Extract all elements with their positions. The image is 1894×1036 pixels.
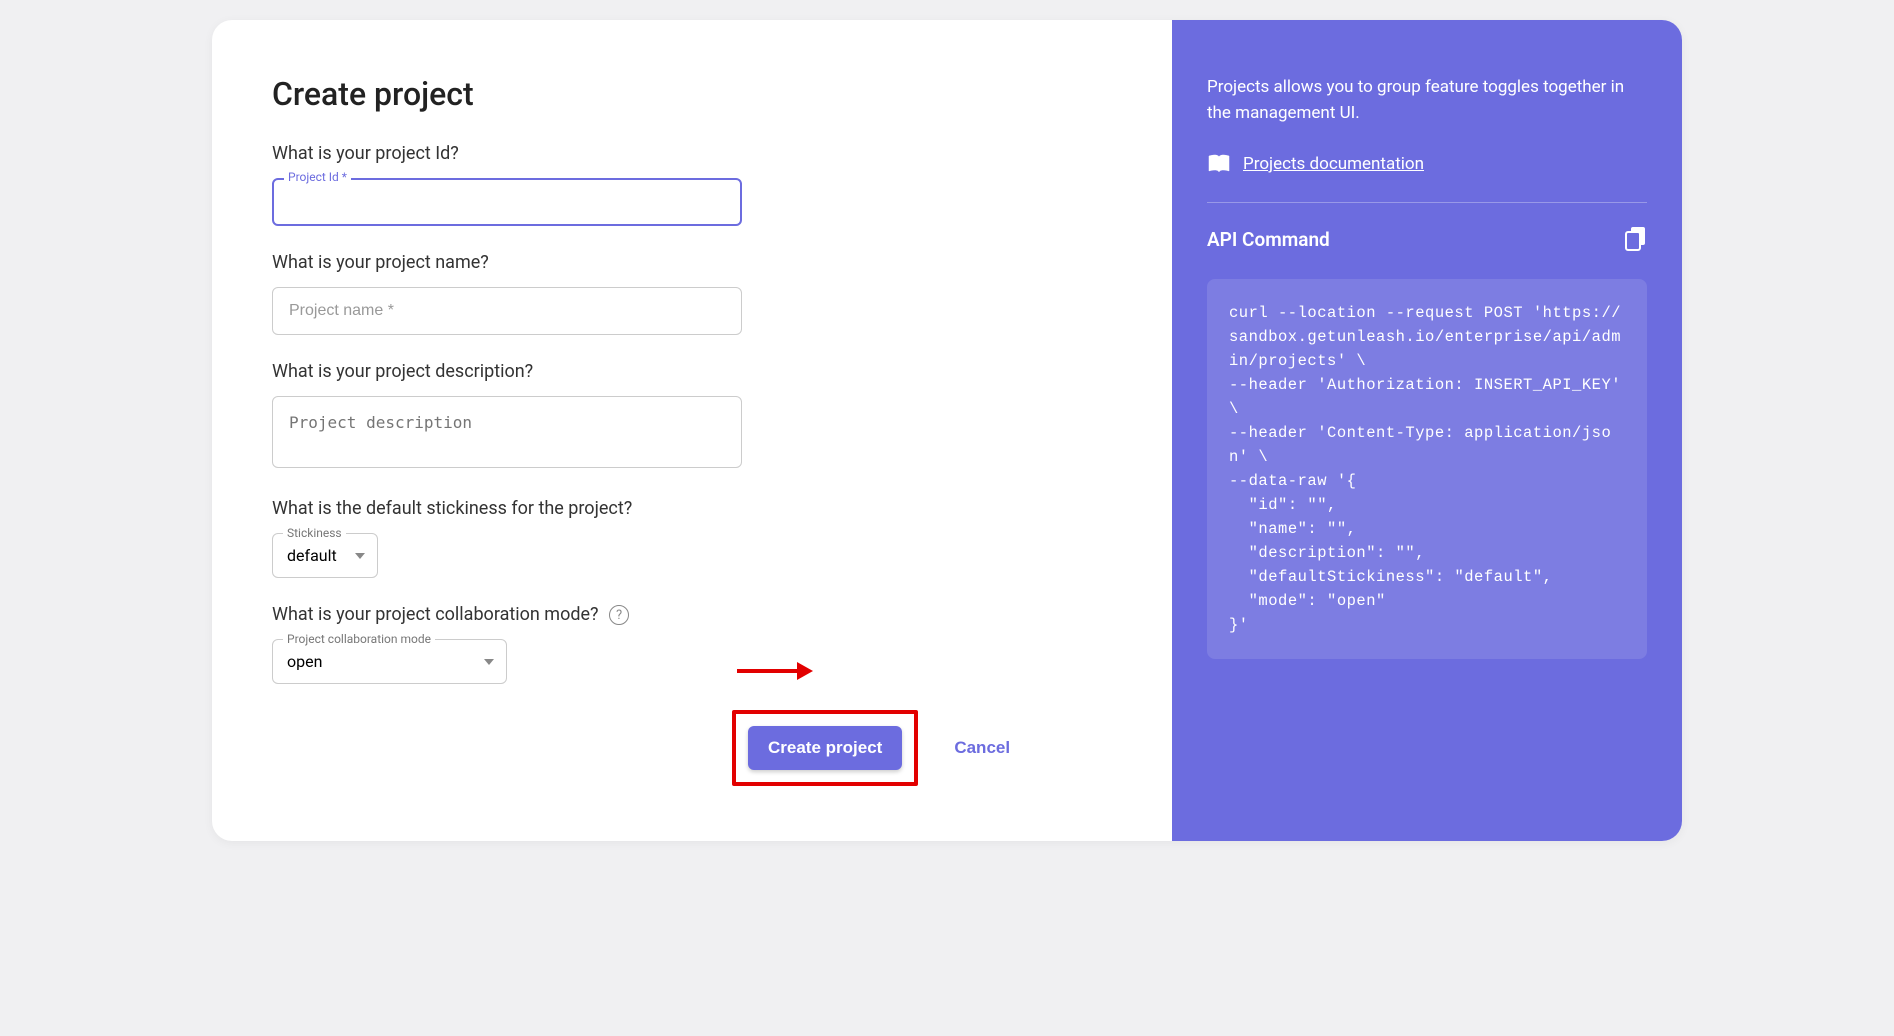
cancel-button[interactable]: Cancel: [954, 738, 1010, 758]
stickiness-value: default: [287, 546, 337, 565]
action-row: Create project Cancel: [732, 710, 1112, 786]
project-desc-input[interactable]: [272, 396, 742, 468]
project-id-group: What is your project Id? Project Id *: [272, 143, 1112, 226]
api-code-block[interactable]: curl --location --request POST 'https://…: [1207, 279, 1647, 659]
collab-select[interactable]: Project collaboration mode open: [272, 639, 507, 684]
project-id-input[interactable]: [272, 178, 742, 226]
project-desc-group: What is your project description?: [272, 361, 1112, 472]
info-panel: Projects allows you to group feature tog…: [1172, 20, 1682, 841]
project-name-question: What is your project name?: [272, 252, 1112, 273]
project-name-input[interactable]: [272, 287, 742, 335]
create-project-modal: Create project What is your project Id? …: [212, 20, 1682, 841]
collab-group: What is your project collaboration mode?…: [272, 604, 1112, 684]
collab-value: open: [287, 652, 322, 671]
stickiness-label: Stickiness: [283, 526, 346, 540]
divider: [1207, 202, 1647, 203]
create-project-button[interactable]: Create project: [748, 726, 902, 770]
stickiness-question: What is the default stickiness for the p…: [272, 498, 1112, 519]
stickiness-select[interactable]: Stickiness default: [272, 533, 378, 578]
stickiness-group: What is the default stickiness for the p…: [272, 498, 1112, 578]
project-name-group: What is your project name?: [272, 252, 1112, 335]
help-icon[interactable]: ?: [609, 605, 629, 625]
doc-link-row: Projects documentation: [1207, 154, 1647, 174]
arrow-annotation: [737, 662, 813, 680]
chevron-down-icon: [484, 659, 494, 665]
collab-label: Project collaboration mode: [283, 632, 435, 646]
project-id-label: Project Id *: [284, 170, 351, 184]
project-desc-question: What is your project description?: [272, 361, 1112, 382]
form-panel: Create project What is your project Id? …: [212, 20, 1172, 841]
api-command-title: API Command: [1207, 228, 1330, 251]
page-title: Create project: [272, 75, 1112, 113]
highlight-box: Create project: [732, 710, 918, 786]
collab-question: What is your project collaboration mode?…: [272, 604, 1112, 625]
documentation-link[interactable]: Projects documentation: [1243, 154, 1424, 174]
book-icon: [1207, 154, 1231, 174]
project-id-wrap: Project Id *: [272, 178, 1112, 226]
api-header: API Command: [1207, 227, 1647, 251]
project-id-question: What is your project Id?: [272, 143, 1112, 164]
info-text: Projects allows you to group feature tog…: [1207, 75, 1647, 126]
copy-icon[interactable]: [1625, 227, 1647, 251]
chevron-down-icon: [355, 553, 365, 559]
